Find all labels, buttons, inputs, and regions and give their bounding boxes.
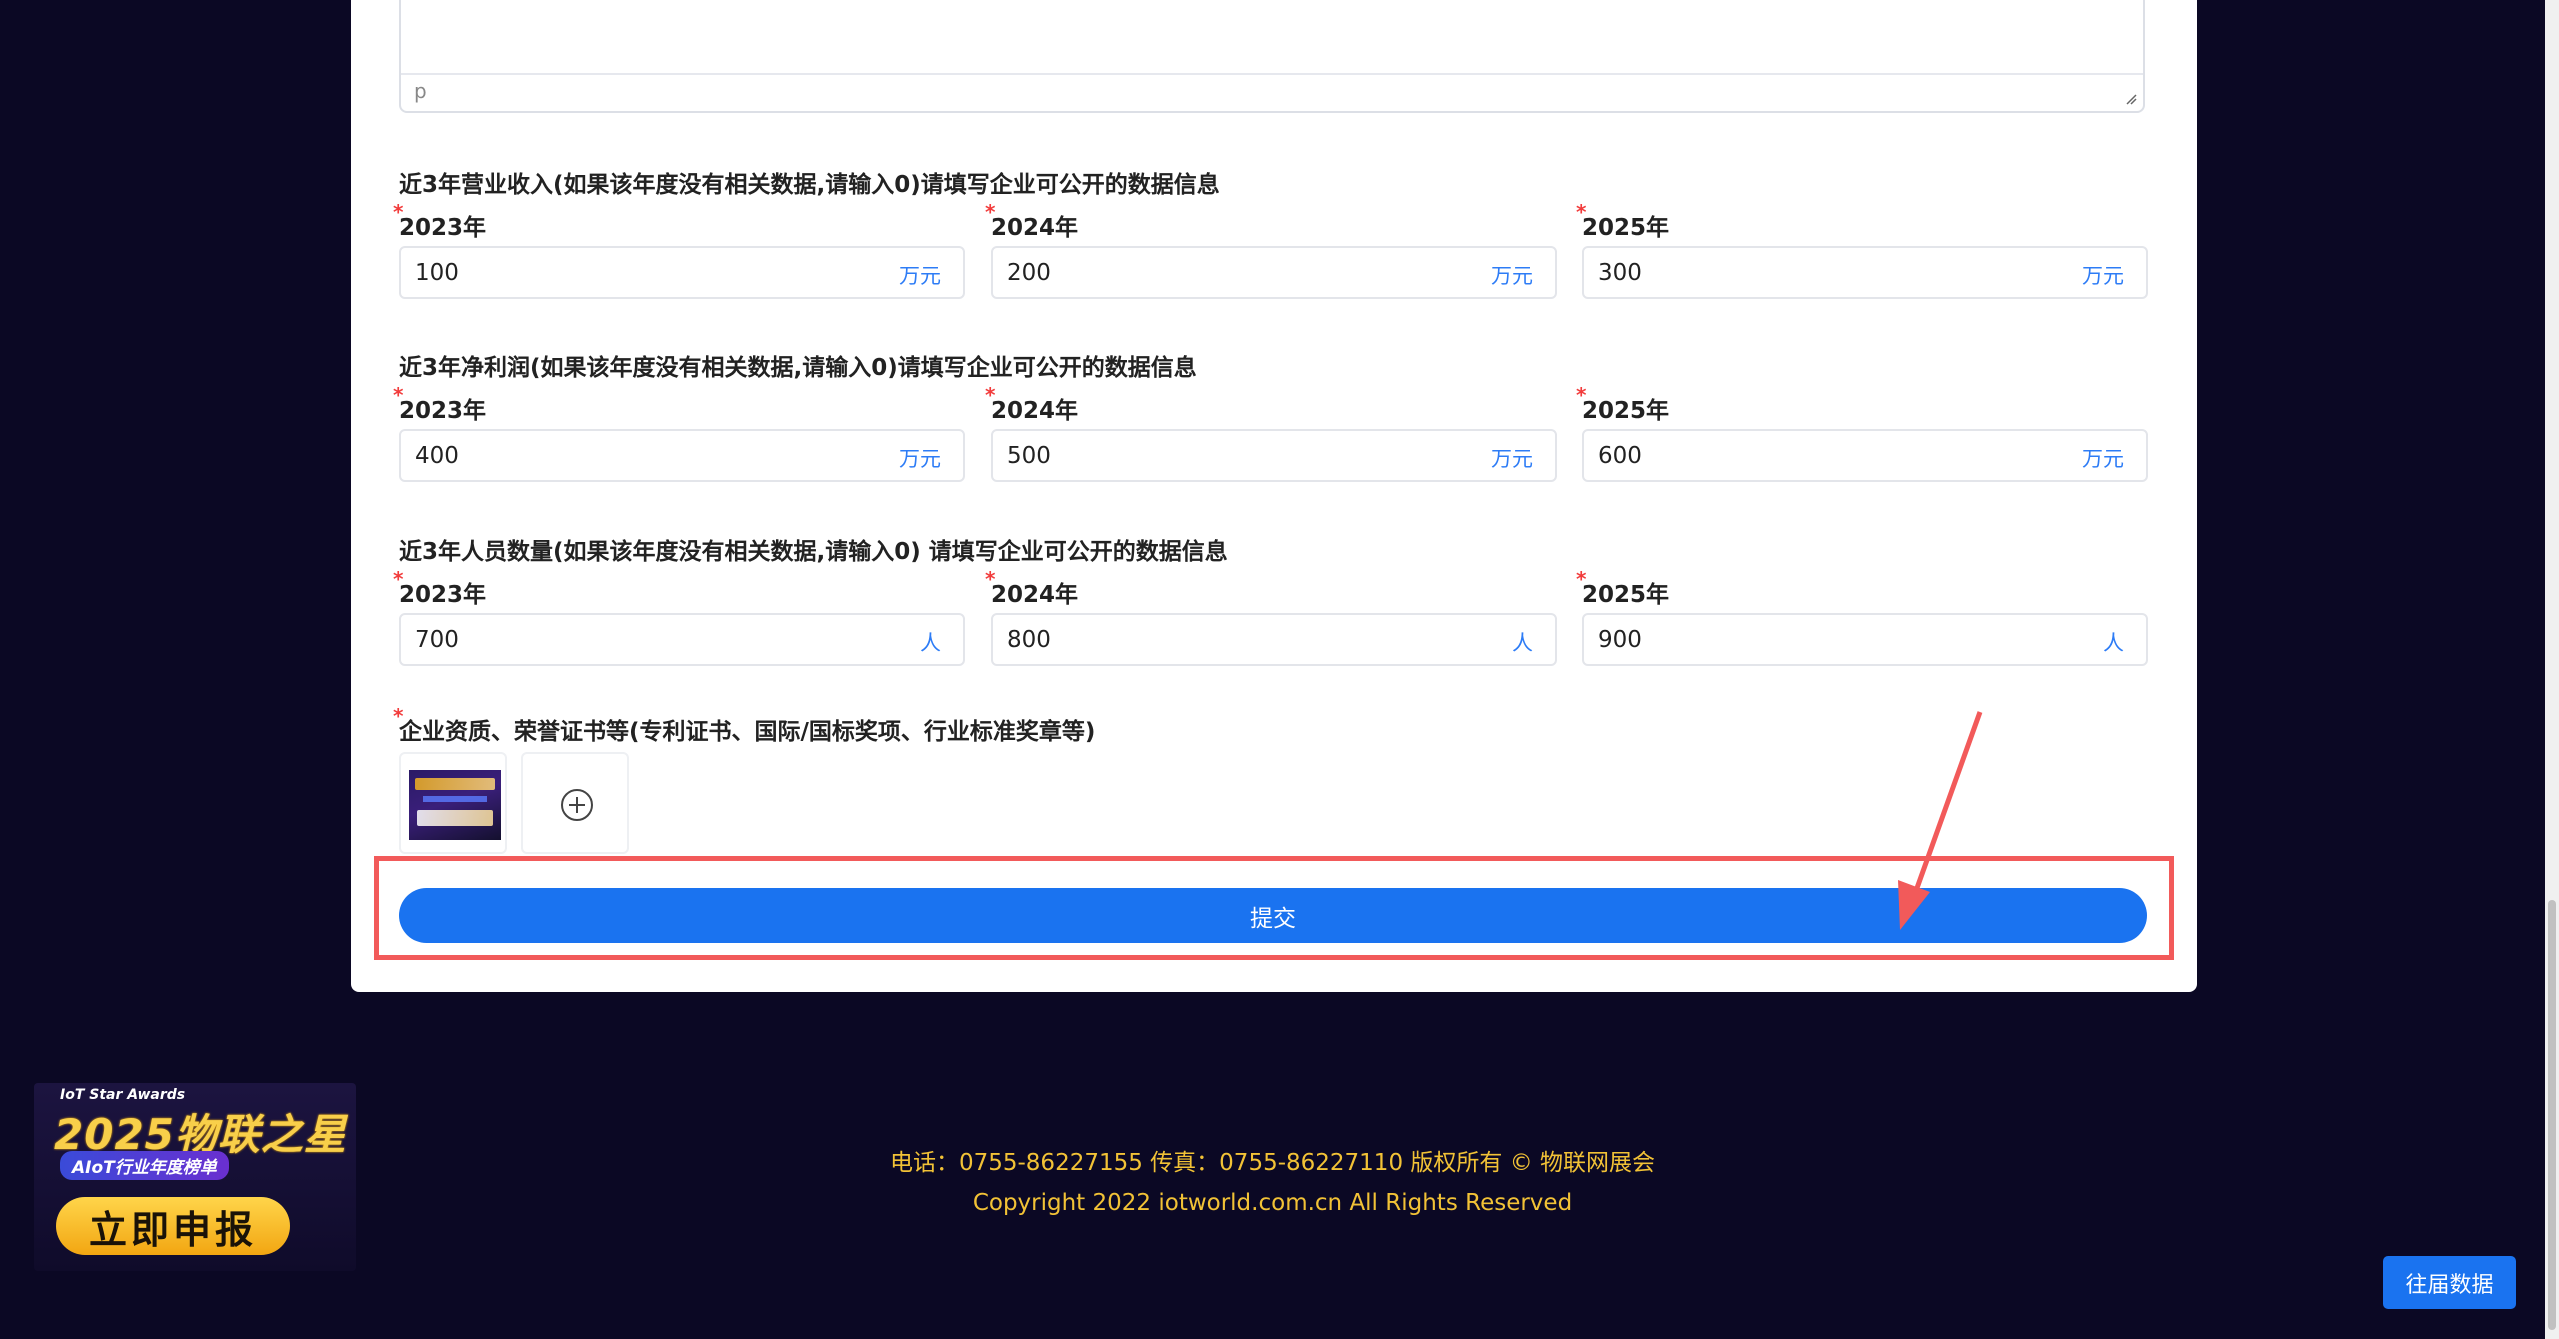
annotation-arrow-icon (1898, 711, 1983, 930)
footer-contact: 电话：0755-86227155 传真：0755-86227110 版权所有 ©… (889, 1150, 1656, 1176)
page-scrollbar[interactable] (2545, 0, 2559, 1339)
promo-tag: AIoT行业年度榜单 (60, 1151, 229, 1180)
footer-copyright: Copyright 2022 iotworld.com.cn All Right… (972, 1190, 1573, 1216)
scrollbar-thumb[interactable] (2548, 900, 2556, 1330)
history-data-button[interactable]: 往届数据 (2383, 1256, 2516, 1309)
promo-banner[interactable]: IoT Star Awards 2025物联之星 AIoT行业年度榜单 立即申报 (34, 1083, 356, 1271)
promo-apply-button[interactable]: 立即申报 (56, 1197, 290, 1255)
